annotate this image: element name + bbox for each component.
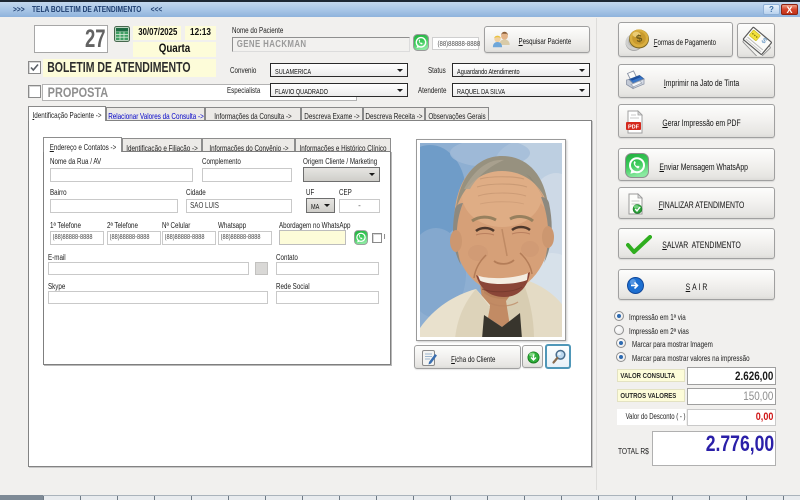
svg-text:PDF: PDF [628, 124, 640, 130]
